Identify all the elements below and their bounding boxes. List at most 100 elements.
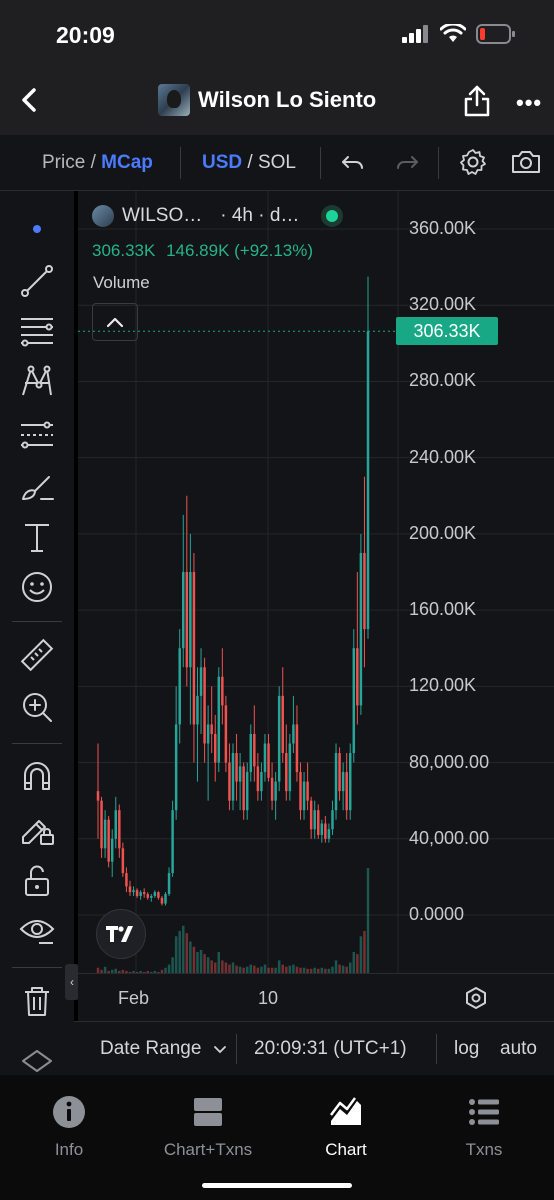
token-avatar bbox=[158, 84, 190, 116]
drawing-toolbar-collapse-button[interactable]: ‹ bbox=[65, 964, 79, 1000]
clock-timezone[interactable]: 20:09:31 (UTC+1) bbox=[254, 1038, 407, 1060]
volume-bar bbox=[213, 962, 217, 973]
candle-body bbox=[288, 743, 292, 792]
magnet-icon[interactable] bbox=[19, 759, 55, 795]
volume-bar bbox=[338, 964, 341, 973]
brush-icon[interactable] bbox=[19, 469, 55, 505]
currency-toggle[interactable]: USD / SOL bbox=[202, 152, 296, 174]
candle-body bbox=[178, 648, 181, 725]
lock-drawing-icon[interactable] bbox=[19, 811, 55, 847]
candle-body bbox=[199, 667, 203, 696]
redo-icon[interactable] bbox=[394, 149, 420, 175]
candle-body bbox=[167, 873, 171, 895]
drawing-toolbar bbox=[0, 191, 74, 1075]
chart-area[interactable]: WILSO… · 4h · d… 306.33K 146.89K (+92.13… bbox=[78, 191, 554, 973]
candle-body bbox=[299, 772, 302, 811]
candle-body bbox=[270, 777, 274, 801]
axis-settings-icon[interactable] bbox=[464, 986, 488, 1010]
zoom-in-icon[interactable] bbox=[19, 689, 55, 725]
currency-usd: USD bbox=[202, 152, 243, 173]
dot-cursor-icon[interactable] bbox=[19, 211, 55, 247]
candle-body bbox=[128, 886, 132, 893]
volume-bar bbox=[288, 965, 292, 973]
candle-body bbox=[320, 823, 324, 835]
wifi-icon bbox=[440, 24, 466, 42]
fib-lines-icon[interactable] bbox=[19, 313, 55, 349]
volume-bar bbox=[277, 960, 281, 973]
tab-chart-txns[interactable]: Chart+Txns bbox=[148, 1095, 268, 1160]
volume-bar bbox=[341, 965, 345, 973]
candle-body bbox=[359, 552, 363, 706]
ruler-icon[interactable] bbox=[19, 637, 55, 673]
tab-chart[interactable]: Chart bbox=[286, 1095, 406, 1160]
undo-icon[interactable] bbox=[340, 149, 366, 175]
candle-body bbox=[277, 695, 281, 782]
time-axis[interactable]: Feb 10 bbox=[78, 973, 554, 1021]
candle-body bbox=[253, 733, 256, 767]
tab-info[interactable]: Info bbox=[9, 1095, 129, 1160]
emoji-icon[interactable] bbox=[19, 569, 55, 605]
unlock-icon[interactable] bbox=[19, 863, 55, 899]
auto-scale-toggle[interactable]: auto bbox=[500, 1038, 537, 1060]
camera-icon[interactable] bbox=[510, 148, 542, 176]
volume-bar bbox=[178, 931, 181, 973]
candle-body bbox=[295, 724, 299, 773]
tab-info-label: Info bbox=[54, 1140, 84, 1159]
time-axis-label: 10 bbox=[258, 988, 279, 1008]
candle-body bbox=[164, 894, 167, 904]
list-icon bbox=[469, 1099, 499, 1125]
candle-body bbox=[185, 572, 189, 668]
date-range-label: Date Range bbox=[100, 1038, 202, 1059]
candle-body bbox=[125, 873, 128, 887]
more-options-icon[interactable]: ••• bbox=[516, 90, 542, 116]
volume-bar bbox=[189, 941, 192, 973]
battery-icon bbox=[476, 24, 515, 44]
candle-body bbox=[224, 705, 228, 763]
back-icon[interactable] bbox=[14, 84, 46, 116]
projection-icon[interactable] bbox=[19, 417, 55, 453]
app-header: Wilson Lo Siento ••• bbox=[0, 70, 554, 132]
candle-body bbox=[274, 781, 277, 801]
volume-bar bbox=[249, 964, 253, 973]
ohlc-values: 306.33K 146.89K (+92.13%) bbox=[92, 241, 313, 261]
candle-body bbox=[281, 695, 284, 754]
gear-icon[interactable] bbox=[459, 148, 487, 176]
chart-toolbar: Price / MCap USD / SOL bbox=[0, 135, 554, 191]
volume-bar bbox=[228, 964, 231, 973]
candle-body bbox=[174, 724, 178, 811]
tab-txns[interactable]: Txns bbox=[424, 1095, 544, 1160]
eye-icon[interactable] bbox=[19, 913, 55, 949]
token-title-wrap[interactable]: Wilson Lo Siento bbox=[158, 84, 376, 116]
volume-bar bbox=[292, 964, 295, 973]
home-indicator bbox=[202, 1183, 352, 1188]
volume-bar bbox=[363, 931, 366, 973]
collapse-legend-button[interactable] bbox=[92, 303, 138, 341]
text-tool-icon[interactable] bbox=[19, 519, 55, 555]
candle-body bbox=[139, 892, 142, 896]
volume-bar bbox=[348, 962, 352, 973]
volume-bar bbox=[253, 965, 256, 973]
trash-icon[interactable] bbox=[19, 983, 55, 1019]
layers-icon[interactable] bbox=[19, 1047, 55, 1075]
log-scale-toggle[interactable]: log bbox=[454, 1038, 479, 1060]
currency-sol: SOL bbox=[257, 152, 296, 173]
price-axis-label: 240.00K bbox=[409, 446, 477, 467]
trend-line-icon[interactable] bbox=[19, 263, 55, 299]
share-icon[interactable] bbox=[462, 84, 492, 118]
candle-body bbox=[206, 724, 210, 744]
candlestick-chart[interactable] bbox=[78, 191, 554, 973]
split-icon bbox=[194, 1098, 222, 1126]
price-mcap-toggle[interactable]: Price / MCap bbox=[42, 152, 153, 174]
date-range-button[interactable]: Date Range bbox=[100, 1038, 227, 1060]
volume-bar bbox=[356, 954, 359, 973]
currency-separator: / bbox=[242, 152, 258, 173]
price-axis-label: 360.00K bbox=[409, 218, 477, 238]
volume-bar bbox=[231, 962, 235, 973]
tab-txns-label: Txns bbox=[465, 1140, 503, 1159]
tradingview-logo-icon[interactable] bbox=[96, 909, 146, 959]
candle-body bbox=[132, 890, 135, 893]
volume-bar bbox=[359, 936, 363, 973]
pattern-icon[interactable] bbox=[19, 363, 55, 399]
top-bar: 20:09 Wilson Lo Siento ••• bbox=[0, 0, 554, 135]
volume-bar bbox=[210, 960, 213, 973]
